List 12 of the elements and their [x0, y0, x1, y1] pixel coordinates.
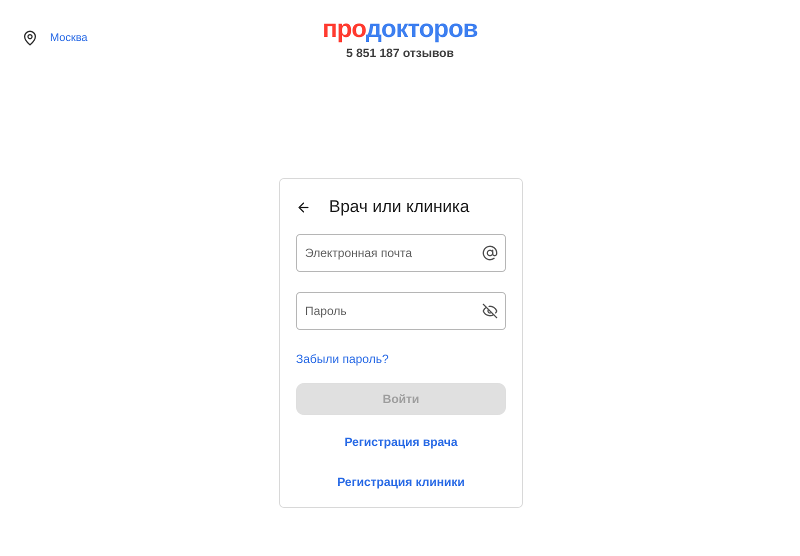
- password-field[interactable]: Пароль: [296, 292, 506, 330]
- eye-off-icon[interactable]: [482, 303, 498, 319]
- email-field[interactable]: Электронная почта: [296, 234, 506, 272]
- card-title: Врач или клиника: [329, 196, 470, 218]
- at-icon: [482, 245, 498, 261]
- registration-link[interactable]: Регистрация врача: [344, 433, 458, 451]
- logo[interactable]: продокторов: [322, 14, 478, 44]
- registration-link[interactable]: Регистрация клиники: [337, 473, 465, 491]
- location-pin-icon: [22, 30, 38, 46]
- city-link[interactable]: Москва: [50, 30, 88, 46]
- forgot-password-link[interactable]: Забыли пароль?: [296, 350, 389, 368]
- reviews-count: 5 851 187 отзывов: [346, 45, 454, 62]
